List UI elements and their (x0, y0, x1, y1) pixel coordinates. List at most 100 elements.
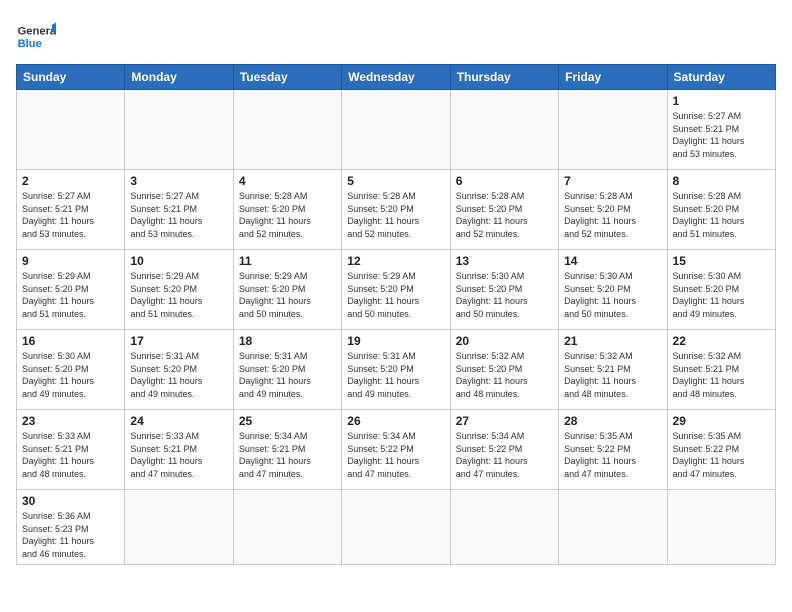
calendar-cell: 21 Sunrise: 5:32 AM Sunset: 5:21 PM Dayli… (559, 330, 667, 410)
day-info: Sunrise: 5:27 AM Sunset: 5:21 PM Dayligh… (130, 190, 227, 240)
calendar-cell: 24 Sunrise: 5:33 AM Sunset: 5:21 PM Dayli… (125, 410, 233, 490)
day-info: Sunrise: 5:28 AM Sunset: 5:20 PM Dayligh… (347, 190, 444, 240)
day-info: Sunrise: 5:36 AM Sunset: 5:23 PM Dayligh… (22, 510, 119, 560)
calendar-cell (342, 490, 450, 565)
day-info: Sunrise: 5:28 AM Sunset: 5:20 PM Dayligh… (239, 190, 336, 240)
calendar-cell: 16 Sunrise: 5:30 AM Sunset: 5:20 PM Dayli… (17, 330, 125, 410)
calendar-cell: 19Sunrise: 5:31 AM Sunset: 5:20 PM Dayli… (342, 330, 450, 410)
day-number: 9 (22, 254, 119, 268)
calendar-cell: 20Sunrise: 5:32 AM Sunset: 5:20 PM Dayli… (450, 330, 558, 410)
weekday-header-row: SundayMondayTuesdayWednesdayThursdayFrid… (17, 65, 776, 90)
calendar-cell: 8Sunrise: 5:28 AM Sunset: 5:20 PM Daylig… (667, 170, 775, 250)
day-number: 23 (22, 414, 119, 428)
calendar-week-5: 23 Sunrise: 5:33 AM Sunset: 5:21 PM Dayli… (17, 410, 776, 490)
calendar-week-3: 9 Sunrise: 5:29 AM Sunset: 5:20 PM Daylig… (17, 250, 776, 330)
day-info: Sunrise: 5:28 AM Sunset: 5:20 PM Dayligh… (564, 190, 661, 240)
calendar-cell: 30 Sunrise: 5:36 AM Sunset: 5:23 PM Dayli… (17, 490, 125, 565)
day-info: Sunrise: 5:27 AM Sunset: 5:21 PM Dayligh… (673, 110, 770, 160)
calendar-cell: 18 Sunrise: 5:31 AM Sunset: 5:20 PM Dayli… (233, 330, 341, 410)
day-number: 24 (130, 414, 227, 428)
calendar-week-2: 2Sunrise: 5:27 AM Sunset: 5:21 PM Daylig… (17, 170, 776, 250)
calendar-cell: 29 Sunrise: 5:35 AM Sunset: 5:22 PM Dayli… (667, 410, 775, 490)
day-number: 27 (456, 414, 553, 428)
calendar-cell: 2Sunrise: 5:27 AM Sunset: 5:21 PM Daylig… (17, 170, 125, 250)
calendar-cell: 6 Sunrise: 5:28 AM Sunset: 5:20 PM Daylig… (450, 170, 558, 250)
calendar-cell: 13 Sunrise: 5:30 AM Sunset: 5:20 PM Dayli… (450, 250, 558, 330)
day-number: 15 (673, 254, 770, 268)
calendar-cell (667, 490, 775, 565)
day-number: 14 (564, 254, 661, 268)
calendar-cell: 10 Sunrise: 5:29 AM Sunset: 5:20 PM Dayli… (125, 250, 233, 330)
calendar-cell: 23Sunrise: 5:33 AM Sunset: 5:21 PM Dayli… (17, 410, 125, 490)
weekday-header-friday: Friday (559, 65, 667, 90)
calendar-cell (125, 90, 233, 170)
day-number: 5 (347, 174, 444, 188)
weekday-header-sunday: Sunday (17, 65, 125, 90)
day-number: 16 (22, 334, 119, 348)
day-number: 30 (22, 494, 119, 508)
calendar-cell: 4 Sunrise: 5:28 AM Sunset: 5:20 PM Daylig… (233, 170, 341, 250)
day-info: Sunrise: 5:31 AM Sunset: 5:20 PM Dayligh… (130, 350, 227, 400)
weekday-header-thursday: Thursday (450, 65, 558, 90)
calendar-cell: 3 Sunrise: 5:27 AM Sunset: 5:21 PM Daylig… (125, 170, 233, 250)
logo-graphic: General Blue (16, 16, 56, 56)
day-info: Sunrise: 5:32 AM Sunset: 5:21 PM Dayligh… (564, 350, 661, 400)
day-info: Sunrise: 5:29 AM Sunset: 5:20 PM Dayligh… (130, 270, 227, 320)
day-info: Sunrise: 5:34 AM Sunset: 5:21 PM Dayligh… (239, 430, 336, 480)
day-number: 1 (673, 94, 770, 108)
calendar-cell: 9 Sunrise: 5:29 AM Sunset: 5:20 PM Daylig… (17, 250, 125, 330)
calendar-week-4: 16 Sunrise: 5:30 AM Sunset: 5:20 PM Dayli… (17, 330, 776, 410)
day-number: 6 (456, 174, 553, 188)
calendar-cell (342, 90, 450, 170)
calendar-cell (17, 90, 125, 170)
day-info: Sunrise: 5:29 AM Sunset: 5:20 PM Dayligh… (22, 270, 119, 320)
weekday-header-tuesday: Tuesday (233, 65, 341, 90)
day-number: 22 (673, 334, 770, 348)
day-number: 28 (564, 414, 661, 428)
day-info: Sunrise: 5:35 AM Sunset: 5:22 PM Dayligh… (564, 430, 661, 480)
day-info: Sunrise: 5:29 AM Sunset: 5:20 PM Dayligh… (239, 270, 336, 320)
calendar-cell (450, 90, 558, 170)
calendar-cell: 11Sunrise: 5:29 AM Sunset: 5:20 PM Dayli… (233, 250, 341, 330)
day-info: Sunrise: 5:35 AM Sunset: 5:22 PM Dayligh… (673, 430, 770, 480)
calendar-cell (559, 490, 667, 565)
day-number: 13 (456, 254, 553, 268)
day-number: 26 (347, 414, 444, 428)
calendar-cell: 15Sunrise: 5:30 AM Sunset: 5:20 PM Dayli… (667, 250, 775, 330)
calendar-cell: 22 Sunrise: 5:32 AM Sunset: 5:21 PM Dayli… (667, 330, 775, 410)
calendar-cell (559, 90, 667, 170)
day-info: Sunrise: 5:34 AM Sunset: 5:22 PM Dayligh… (347, 430, 444, 480)
day-info: Sunrise: 5:31 AM Sunset: 5:20 PM Dayligh… (239, 350, 336, 400)
day-info: Sunrise: 5:30 AM Sunset: 5:20 PM Dayligh… (564, 270, 661, 320)
calendar-cell: 14 Sunrise: 5:30 AM Sunset: 5:20 PM Dayli… (559, 250, 667, 330)
calendar-cell (450, 490, 558, 565)
day-number: 4 (239, 174, 336, 188)
day-number: 3 (130, 174, 227, 188)
svg-text:Blue: Blue (18, 38, 42, 50)
day-info: Sunrise: 5:30 AM Sunset: 5:20 PM Dayligh… (22, 350, 119, 400)
day-info: Sunrise: 5:28 AM Sunset: 5:20 PM Dayligh… (673, 190, 770, 240)
calendar-cell: 27Sunrise: 5:34 AM Sunset: 5:22 PM Dayli… (450, 410, 558, 490)
weekday-header-monday: Monday (125, 65, 233, 90)
day-number: 25 (239, 414, 336, 428)
day-number: 21 (564, 334, 661, 348)
logo: General Blue (16, 16, 56, 56)
day-info: Sunrise: 5:27 AM Sunset: 5:21 PM Dayligh… (22, 190, 119, 240)
day-number: 18 (239, 334, 336, 348)
logo-svg: General Blue (16, 16, 56, 56)
calendar-cell (125, 490, 233, 565)
day-info: Sunrise: 5:32 AM Sunset: 5:21 PM Dayligh… (673, 350, 770, 400)
calendar-week-1: 1 Sunrise: 5:27 AM Sunset: 5:21 PM Daylig… (17, 90, 776, 170)
day-info: Sunrise: 5:33 AM Sunset: 5:21 PM Dayligh… (130, 430, 227, 480)
day-info: Sunrise: 5:28 AM Sunset: 5:20 PM Dayligh… (456, 190, 553, 240)
day-number: 29 (673, 414, 770, 428)
day-number: 17 (130, 334, 227, 348)
page-header: General Blue (16, 16, 776, 56)
calendar-table: SundayMondayTuesdayWednesdayThursdayFrid… (16, 64, 776, 565)
day-number: 19 (347, 334, 444, 348)
weekday-header-wednesday: Wednesday (342, 65, 450, 90)
day-info: Sunrise: 5:30 AM Sunset: 5:20 PM Dayligh… (456, 270, 553, 320)
day-number: 10 (130, 254, 227, 268)
day-number: 20 (456, 334, 553, 348)
day-number: 7 (564, 174, 661, 188)
